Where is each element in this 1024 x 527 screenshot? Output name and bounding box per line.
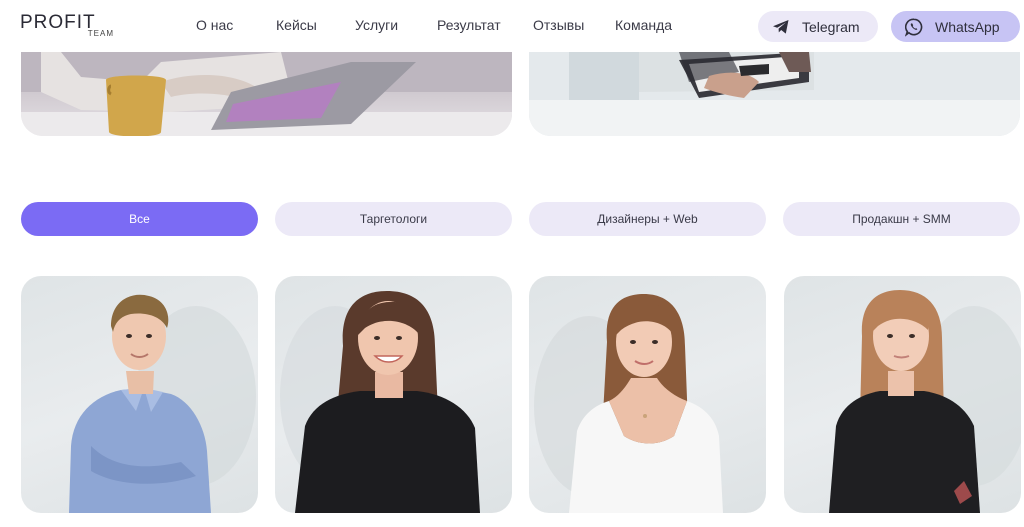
filter-targetologists[interactable]: Таргетологи — [275, 202, 512, 236]
nav-item-services[interactable]: Услуги — [355, 17, 398, 33]
filter-designers-web-label: Дизайнеры + Web — [597, 212, 698, 226]
telegram-button[interactable]: Telegram — [758, 11, 878, 42]
filter-all[interactable]: Все — [21, 202, 258, 236]
filter-designers-web[interactable]: Дизайнеры + Web — [529, 202, 766, 236]
nav-item-reviews[interactable]: Отзывы — [533, 17, 584, 33]
team-member-card[interactable] — [275, 276, 512, 513]
logo-sub-text: TEAM — [87, 29, 114, 38]
team-member-photo — [280, 291, 480, 513]
whatsapp-label: WhatsApp — [935, 18, 1000, 35]
filter-all-label: Все — [129, 212, 150, 226]
filter-production-smm-label: Продакшн + SMM — [852, 212, 951, 226]
team-photo-1 — [21, 52, 512, 136]
team-member-photo — [534, 294, 723, 513]
logo[interactable]: PROFIT TEAM — [20, 12, 116, 40]
team-member-photo — [829, 290, 1021, 513]
team-photo-2 — [529, 52, 1020, 136]
nav-item-cases[interactable]: Кейсы — [276, 17, 317, 33]
team-member-card[interactable] — [21, 276, 258, 513]
team-member-photo — [69, 294, 256, 513]
site-header: PROFIT TEAM О нас Кейсы Услуги Результат… — [0, 0, 1024, 52]
nav-item-team[interactable]: Команда — [615, 17, 672, 33]
filter-targetologists-label: Таргетологи — [359, 212, 428, 226]
whatsapp-button[interactable]: WhatsApp — [891, 11, 1020, 42]
whatsapp-icon — [905, 18, 923, 37]
telegram-label: Telegram — [802, 18, 860, 35]
team-member-card[interactable] — [784, 276, 1021, 513]
team-member-card[interactable] — [529, 276, 766, 513]
logo-main-text: PROFIT — [20, 12, 96, 33]
nav-item-about[interactable]: О нас — [196, 17, 233, 33]
telegram-icon — [772, 18, 790, 36]
filter-production-smm[interactable]: Продакшн + SMM — [783, 202, 1020, 236]
nav-item-results[interactable]: Результат — [437, 17, 501, 33]
